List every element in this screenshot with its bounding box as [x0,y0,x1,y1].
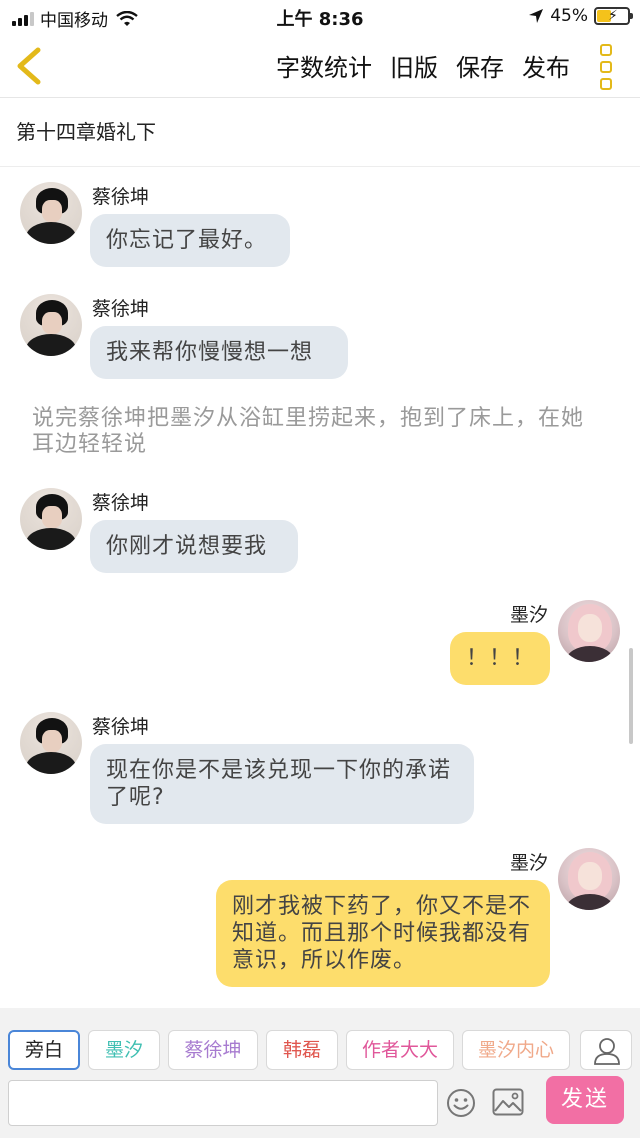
message-bubble[interactable]: 我来帮你慢慢想一想 [90,326,348,379]
avatar[interactable] [20,712,82,774]
publish-button[interactable]: 发布 [522,48,570,83]
location-arrow-icon [529,9,544,23]
role-tab-author[interactable]: 作者大大 [346,1030,454,1070]
role-tabs: 旁白 墨汐 蔡徐坤 韩磊 作者大大 墨汐内心 [8,1030,570,1070]
status-bar: 中国移动 上午 8:36 45% ⚡ [0,0,640,34]
message-bubble[interactable]: 现在你是不是该兑现一下你的承诺了呢? [90,744,474,824]
sender-name: 蔡徐坤 [92,298,150,320]
avatar[interactable] [20,488,82,550]
chapter-title[interactable]: 第十四章婚礼下 [0,99,640,167]
avatar[interactable] [558,600,620,662]
sender-name: 蔡徐坤 [92,492,150,514]
role-tab-caixukun[interactable]: 蔡徐坤 [168,1030,258,1070]
role-tab-hanlei[interactable]: 韩磊 [266,1030,338,1070]
sender-name: 蔡徐坤 [92,716,150,738]
emoji-icon[interactable] [446,1088,476,1118]
image-icon[interactable] [492,1088,524,1116]
input-panel: 旁白 墨汐 蔡徐坤 韩磊 作者大大 墨汐内心 发送 [0,1008,640,1138]
chat-area[interactable]: 蔡徐坤 你忘记了最好。 蔡徐坤 我来帮你慢慢想一想 说完蔡徐坤把墨汐从浴缸里捞起… [0,168,640,1008]
word-count-button[interactable]: 字数统计 [276,48,372,83]
avatar[interactable] [558,848,620,910]
sender-name: 蔡徐坤 [92,186,150,208]
send-button[interactable]: 发送 [546,1076,624,1124]
role-tab-moxi-inner[interactable]: 墨汐内心 [462,1030,570,1070]
message-bubble[interactable]: 你忘记了最好。 [90,214,290,267]
user-icon [594,1038,620,1065]
nav-bar: 字数统计 旧版 保存 发布 [0,34,640,98]
message-bubble[interactable]: 刚才我被下药了，你又不是不知道。而且那个时候我都没有意识，所以作废。 [216,880,550,987]
message-bubble[interactable]: ！！！ [450,632,550,685]
role-tab-narrator[interactable]: 旁白 [8,1030,80,1070]
message-bubble[interactable]: 你刚才说想要我 [90,520,298,573]
charging-bolt-icon: ⚡ [608,8,618,24]
old-version-button[interactable]: 旧版 [390,48,438,83]
battery-percent: 45% [550,6,588,26]
avatar[interactable] [20,182,82,244]
sender-name: 墨汐 [509,604,548,626]
nav-actions: 字数统计 旧版 保存 发布 [276,48,570,83]
message-input[interactable] [8,1080,438,1126]
status-right: 45% ⚡ [528,6,633,26]
scrollbar[interactable] [629,648,633,744]
battery-icon: ⚡ [594,7,633,25]
avatar[interactable] [20,294,82,356]
chevron-left-icon[interactable] [10,44,50,88]
sender-name: 墨汐 [509,852,548,874]
role-tab-moxi[interactable]: 墨汐 [88,1030,160,1070]
more-vertical-icon[interactable] [600,44,620,90]
narration-text[interactable]: 说完蔡徐坤把墨汐从浴缸里捞起来，抱到了床上，在她耳边轻轻说 [32,406,602,458]
add-role-button[interactable] [580,1030,632,1070]
save-button[interactable]: 保存 [456,48,504,83]
